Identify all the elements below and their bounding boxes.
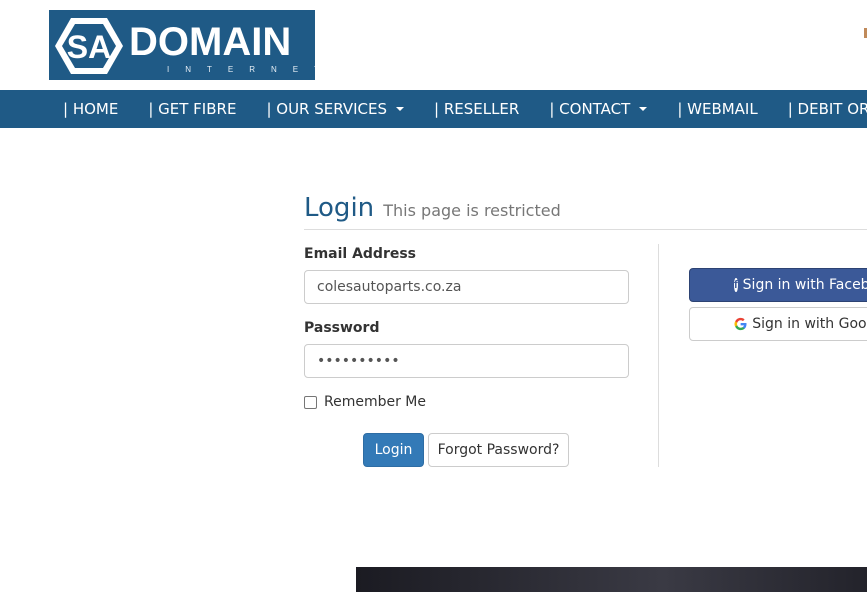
login-header: Login This page is restricted bbox=[304, 193, 867, 230]
email-label: Email Address bbox=[304, 246, 417, 262]
facebook-icon: f bbox=[734, 278, 738, 292]
nav-item-webmail[interactable]: | WEBMAIL bbox=[677, 100, 757, 118]
email-field[interactable]: colesautoparts.co.za bbox=[304, 270, 629, 304]
nav-item-home[interactable]: | HOME bbox=[63, 100, 118, 118]
vertical-divider bbox=[658, 244, 659, 467]
main-navigation: | HOME | GET FIBRE | OUR SERVICES | RESE… bbox=[0, 90, 867, 128]
password-field-value: •••••••••• bbox=[317, 353, 400, 369]
nav-item-get-fibre[interactable]: | GET FIBRE bbox=[148, 100, 236, 118]
forgot-password-button[interactable]: Forgot Password? bbox=[428, 433, 569, 467]
chevron-down-icon bbox=[396, 107, 404, 111]
google-icon bbox=[734, 317, 747, 331]
footer-banner-image bbox=[356, 567, 867, 592]
page-title: Login bbox=[304, 193, 375, 223]
facebook-signin-label: Sign in with Facebook bbox=[742, 277, 867, 293]
page-subtitle: This page is restricted bbox=[383, 201, 561, 220]
facebook-signin-button[interactable]: f Sign in with Facebook bbox=[689, 268, 867, 302]
remember-me: Remember Me bbox=[304, 394, 426, 410]
nav-item-debit-order[interactable]: | DEBIT ORDER bbox=[788, 100, 867, 118]
nav-item-contact[interactable]: | CONTACT bbox=[549, 100, 648, 118]
nav-item-our-services[interactable]: | OUR SERVICES bbox=[266, 100, 404, 118]
remember-me-checkbox[interactable] bbox=[304, 395, 317, 409]
site-logo[interactable]: SA DOMAIN INTERNET bbox=[49, 10, 315, 80]
chevron-down-icon bbox=[639, 107, 648, 111]
hexagon-logo-icon: SA bbox=[55, 18, 123, 74]
google-signin-label: Sign in with Google bbox=[752, 316, 867, 332]
nav-item-reseller[interactable]: | RESELLER bbox=[434, 100, 519, 118]
logo-tagline: INTERNET bbox=[167, 65, 315, 74]
password-field[interactable]: •••••••••• bbox=[304, 344, 629, 378]
login-button[interactable]: Login bbox=[363, 433, 424, 467]
remember-me-label: Remember Me bbox=[324, 394, 426, 410]
svg-text:SA: SA bbox=[67, 29, 111, 65]
logo-brand-name: DOMAIN bbox=[129, 20, 292, 64]
google-signin-button[interactable]: Sign in with Google bbox=[689, 307, 867, 341]
password-label: Password bbox=[304, 320, 380, 336]
email-field-value: colesautoparts.co.za bbox=[317, 279, 462, 295]
